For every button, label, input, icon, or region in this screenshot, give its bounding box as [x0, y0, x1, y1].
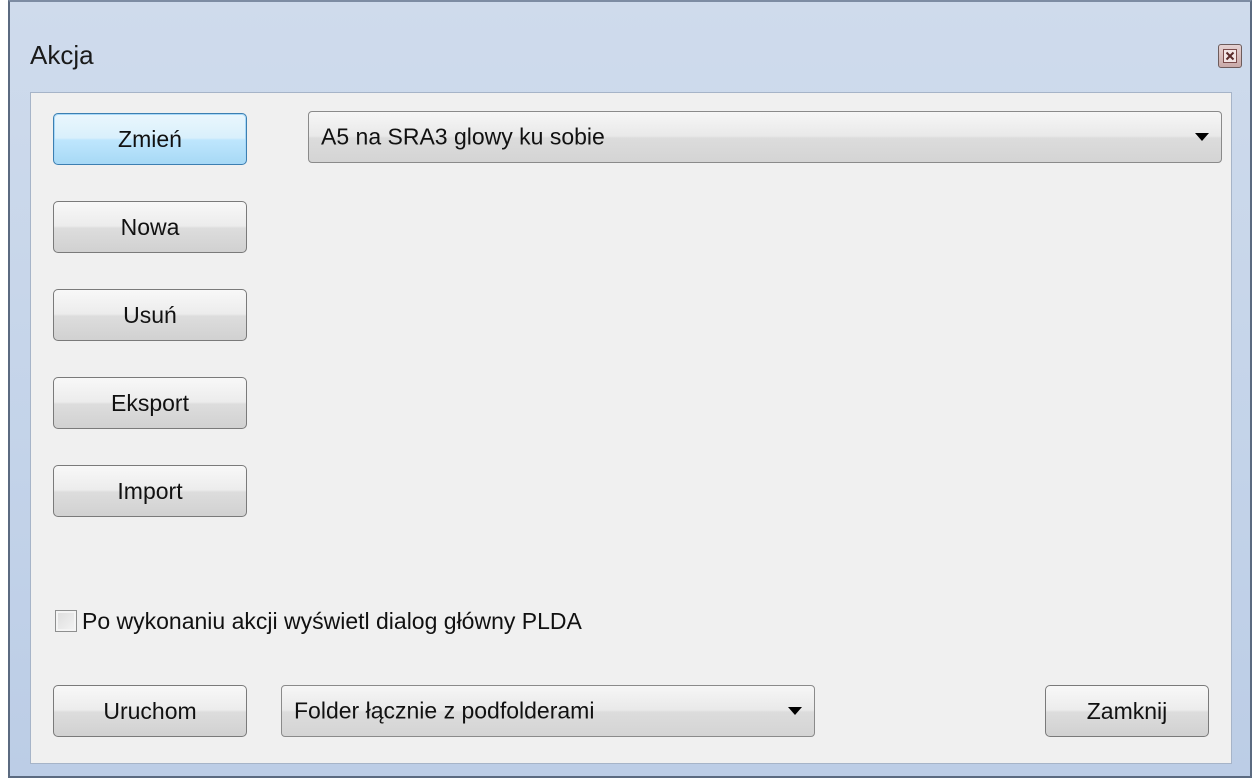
- show-dialog-label: Po wykonaniu akcji wyświetl dialog główn…: [82, 607, 582, 634]
- window-title: Akcja: [30, 40, 94, 70]
- chevron-down-icon: [788, 707, 802, 715]
- show-dialog-checkbox[interactable]: [55, 610, 77, 632]
- dialog-window: Akcja Zmień Nowa Usuń Eksport Import A5 …: [8, 0, 1252, 778]
- close-icon: [1223, 49, 1237, 63]
- import-button[interactable]: Import: [53, 465, 247, 517]
- change-button[interactable]: Zmień: [53, 113, 247, 165]
- run-button[interactable]: Uruchom: [53, 685, 247, 737]
- close-button[interactable]: Zamknij: [1045, 685, 1209, 737]
- title-bar[interactable]: Akcja: [10, 2, 1250, 92]
- delete-button[interactable]: Usuń: [53, 289, 247, 341]
- action-select-value: A5 na SRA3 glowy ku sobie: [321, 123, 605, 150]
- scope-select-value: Folder łącznie z podfolderami: [294, 697, 595, 724]
- export-button[interactable]: Eksport: [53, 377, 247, 429]
- close-window-button[interactable]: [1218, 44, 1242, 68]
- new-button[interactable]: Nowa: [53, 201, 247, 253]
- chevron-down-icon: [1195, 133, 1209, 141]
- show-dialog-option[interactable]: Po wykonaniu akcji wyświetl dialog główn…: [55, 605, 582, 637]
- dialog-content: Zmień Nowa Usuń Eksport Import A5 na SRA…: [30, 92, 1232, 764]
- action-select[interactable]: A5 na SRA3 glowy ku sobie: [308, 111, 1222, 163]
- scope-select[interactable]: Folder łącznie z podfolderami: [281, 685, 815, 737]
